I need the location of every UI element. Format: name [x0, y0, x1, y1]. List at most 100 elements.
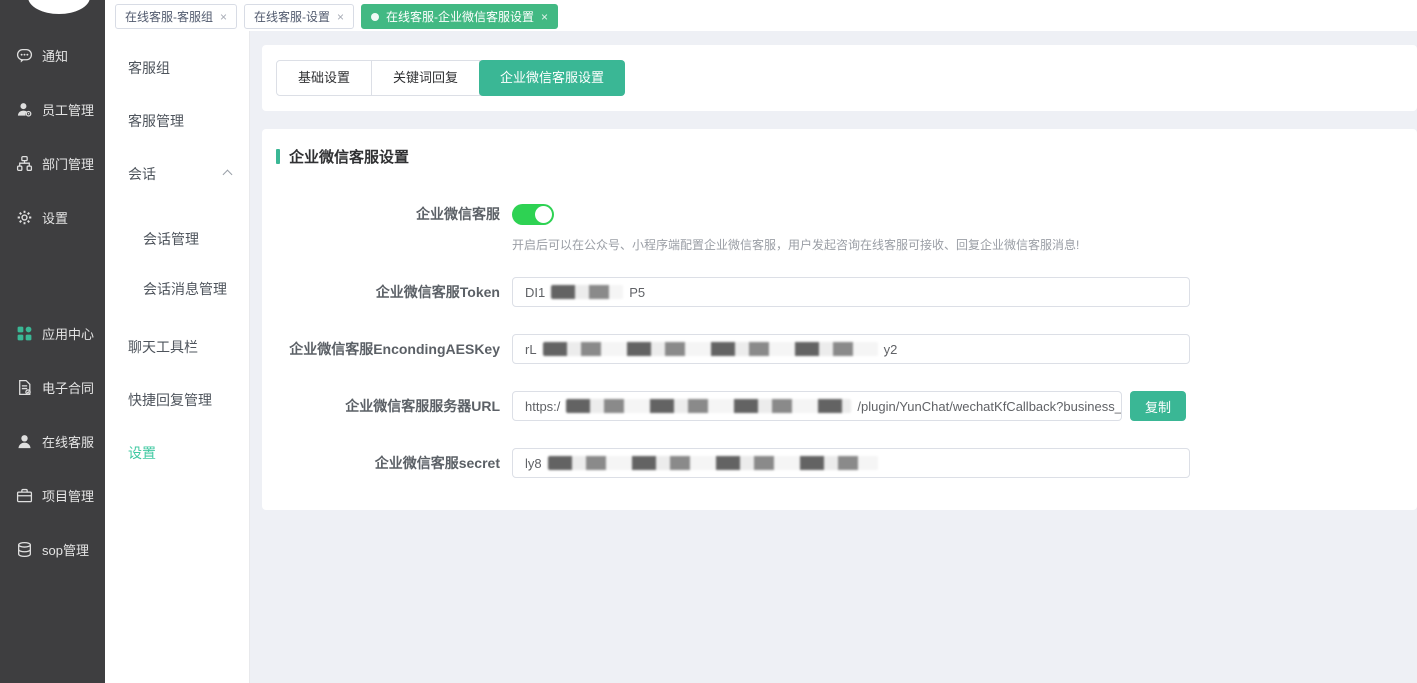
tab-basic-settings[interactable]: 基础设置: [277, 61, 372, 95]
project-icon: [16, 487, 33, 504]
chat-bubble-icon: [16, 47, 33, 64]
form-row-secret: 企业微信客服secret ly8: [262, 448, 1417, 478]
wecom-service-toggle[interactable]: [512, 204, 554, 225]
page-tab-active[interactable]: 在线客服-企业微信客服设置 ×: [361, 4, 558, 29]
tab-label: 企业微信客服设置: [500, 70, 604, 85]
sidebar-item-label: sop管理: [42, 540, 89, 559]
right-column: 在线客服-客服组 × 在线客服-设置 × 在线客服-企业微信客服设置 × 客服组…: [105, 0, 1417, 683]
redacted-value: [548, 456, 878, 470]
tabs-card: 基础设置 关键词回复 企业微信客服设置: [262, 45, 1417, 111]
sidebar-item-label: 设置: [42, 208, 68, 227]
value-prefix: DI1: [525, 285, 545, 300]
menu-item-label: 会话管理: [143, 229, 199, 249]
redacted-value: [551, 285, 623, 299]
sidebar-item-online-service[interactable]: 在线客服: [0, 414, 105, 468]
field-label: 企业微信客服secret: [262, 448, 512, 478]
menu-item-chat-toolbar[interactable]: 聊天工具栏: [105, 320, 249, 373]
form-row-toggle: 企业微信客服 开启后可以在公众号、小程序端配置企业微信客服，用户发起咨询在线客服…: [262, 199, 1417, 253]
copy-button[interactable]: 复制: [1130, 391, 1186, 421]
redacted-value: [566, 399, 851, 413]
menu-item-settings-active[interactable]: 设置: [105, 426, 249, 479]
sidebar-item-settings[interactable]: 设置: [0, 190, 105, 244]
gear-icon: [16, 209, 33, 226]
app-window: 通知 员工管理 部门管理 设置: [0, 0, 1417, 683]
tab-label: 关键词回复: [393, 70, 458, 85]
secondary-sidebar: 客服组 客服管理 会话 会话管理 会话消息管理: [105, 31, 250, 683]
value-prefix: https:/: [525, 399, 560, 414]
sidebar-item-employees[interactable]: 员工管理: [0, 82, 105, 136]
department-icon: [16, 155, 33, 172]
form-card: 企业微信客服设置 企业微信客服 开启后可以在公众号、小程序端配置企业微信客服，用…: [262, 129, 1417, 510]
menu-item-label: 快捷回复管理: [128, 390, 212, 410]
sidebar-item-label: 电子合同: [42, 378, 94, 397]
settings-form: 企业微信客服 开启后可以在公众号、小程序端配置企业微信客服，用户发起咨询在线客服…: [262, 199, 1417, 478]
menu-item-service-groups[interactable]: 客服组: [105, 41, 249, 94]
form-row-server-url: 企业微信客服服务器URL https:/ /plugin/YunChat/wec…: [262, 391, 1417, 421]
menu-item-label: 客服管理: [128, 111, 184, 131]
sidebar-item-projects[interactable]: 项目管理: [0, 468, 105, 522]
page-tab-label: 在线客服-客服组: [125, 8, 213, 25]
url-control: https:/ /plugin/YunChat/wechatKfCallback…: [512, 391, 1186, 421]
form-row-aeskey: 企业微信客服EncondingAESKey rL y2: [262, 334, 1417, 364]
toggle-control: 开启后可以在公众号、小程序端配置企业微信客服，用户发起咨询在线客服可接收、回复企…: [512, 199, 1079, 253]
value-suffix: /plugin/YunChat/wechatKfCallback?busines…: [857, 399, 1122, 414]
section-accent-bar: [276, 149, 280, 164]
apps-icon: [16, 325, 33, 342]
tab-label: 基础设置: [298, 70, 350, 85]
value-prefix: rL: [525, 342, 537, 357]
close-icon[interactable]: ×: [541, 11, 548, 23]
sidebar-item-notifications[interactable]: 通知: [0, 28, 105, 82]
close-icon[interactable]: ×: [337, 11, 344, 23]
customer-service-icon: [16, 433, 33, 450]
database-icon: [16, 541, 33, 558]
sidebar-item-label: 部门管理: [42, 154, 94, 173]
close-icon[interactable]: ×: [220, 11, 227, 23]
sessions-submenu: 会话管理 会话消息管理: [105, 214, 249, 314]
field-label: 企业微信客服Token: [262, 277, 512, 307]
sidebar-spacer: [0, 244, 105, 306]
sidebar-item-label: 员工管理: [42, 100, 94, 119]
tab-keyword-replies[interactable]: 关键词回复: [372, 61, 480, 95]
menu-item-service-management[interactable]: 客服管理: [105, 94, 249, 147]
lower-area: 客服组 客服管理 会话 会话管理 会话消息管理: [105, 31, 1417, 683]
sidebar-item-label: 应用中心: [42, 324, 94, 343]
sidebar-item-label: 在线客服: [42, 432, 94, 451]
section-header: 企业微信客服设置: [276, 146, 1417, 167]
sidebar-item-app-center[interactable]: 应用中心: [0, 306, 105, 360]
settings-tab-group: 基础设置 关键词回复 企业微信客服设置: [276, 60, 625, 96]
sidebar-item-e-contract[interactable]: 电子合同: [0, 360, 105, 414]
token-input[interactable]: DI1 P5: [512, 277, 1190, 307]
page-tab[interactable]: 在线客服-设置 ×: [244, 4, 354, 29]
page-tab-label: 在线客服-设置: [254, 8, 330, 25]
employee-icon: [16, 101, 33, 118]
sidebar-item-sop[interactable]: sop管理: [0, 522, 105, 576]
toggle-hint: 开启后可以在公众号、小程序端配置企业微信客服，用户发起咨询在线客服可接收、回复企…: [512, 236, 1079, 253]
contract-icon: [16, 379, 33, 396]
sidebar-item-label: 项目管理: [42, 486, 94, 505]
primary-nav: 通知 员工管理 部门管理 设置: [0, 0, 105, 576]
page-tab-bar: 在线客服-客服组 × 在线客服-设置 × 在线客服-企业微信客服设置 ×: [105, 0, 1417, 31]
server-url-input[interactable]: https:/ /plugin/YunChat/wechatKfCallback…: [512, 391, 1122, 421]
active-dot-icon: [371, 13, 379, 21]
secret-input[interactable]: ly8: [512, 448, 1190, 478]
redacted-value: [543, 342, 878, 356]
menu-item-session-management[interactable]: 会话管理: [105, 214, 249, 264]
field-label: 企业微信客服: [262, 199, 512, 253]
menu-item-label: 设置: [128, 443, 156, 463]
menu-item-label: 客服组: [128, 58, 170, 78]
sidebar-item-departments[interactable]: 部门管理: [0, 136, 105, 190]
value-suffix: P5: [629, 285, 645, 300]
sidebar-item-label: 通知: [42, 46, 68, 65]
field-label: 企业微信客服EncondingAESKey: [262, 334, 512, 364]
page-tab[interactable]: 在线客服-客服组 ×: [115, 4, 237, 29]
menu-item-sessions[interactable]: 会话: [105, 147, 249, 200]
chevron-up-icon: [223, 170, 233, 180]
menu-item-quick-replies[interactable]: 快捷回复管理: [105, 373, 249, 426]
aeskey-input[interactable]: rL y2: [512, 334, 1190, 364]
menu-item-label: 会话: [128, 164, 156, 184]
main-content: 基础设置 关键词回复 企业微信客服设置 企业微信客服设置: [250, 31, 1417, 683]
menu-item-session-messages[interactable]: 会话消息管理: [105, 264, 249, 314]
tab-wecom-service-settings[interactable]: 企业微信客服设置: [479, 60, 625, 96]
value-prefix: ly8: [525, 456, 542, 471]
toggle-knob: [535, 206, 552, 223]
